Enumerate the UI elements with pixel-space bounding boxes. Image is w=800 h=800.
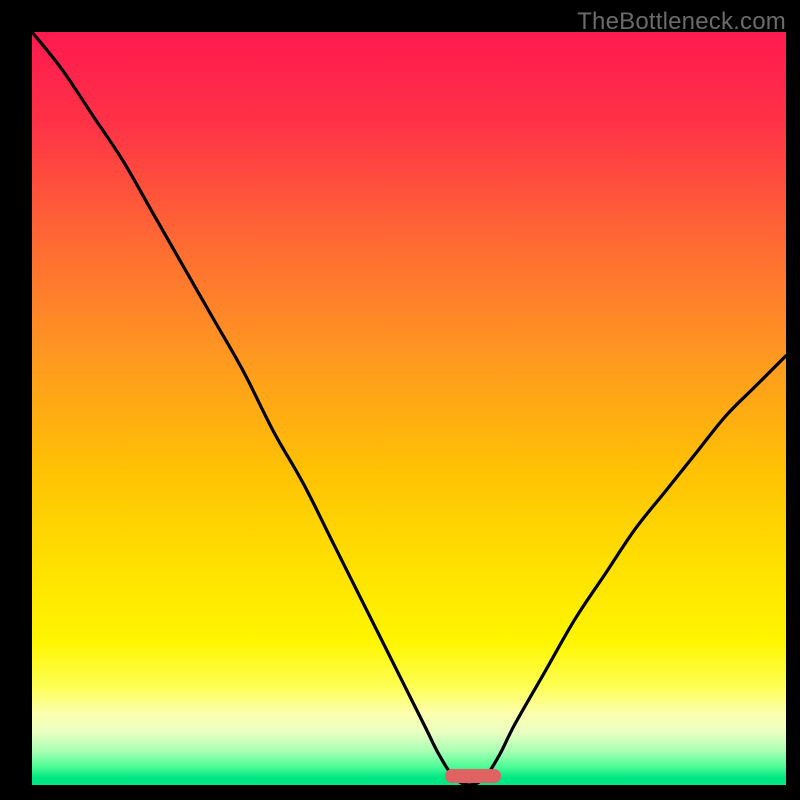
optimum-marker <box>445 769 501 783</box>
chart-frame: TheBottleneck.com <box>0 0 800 800</box>
plot-area <box>32 32 786 785</box>
bottleneck-curve <box>32 32 786 785</box>
watermark-text: TheBottleneck.com <box>577 8 786 36</box>
